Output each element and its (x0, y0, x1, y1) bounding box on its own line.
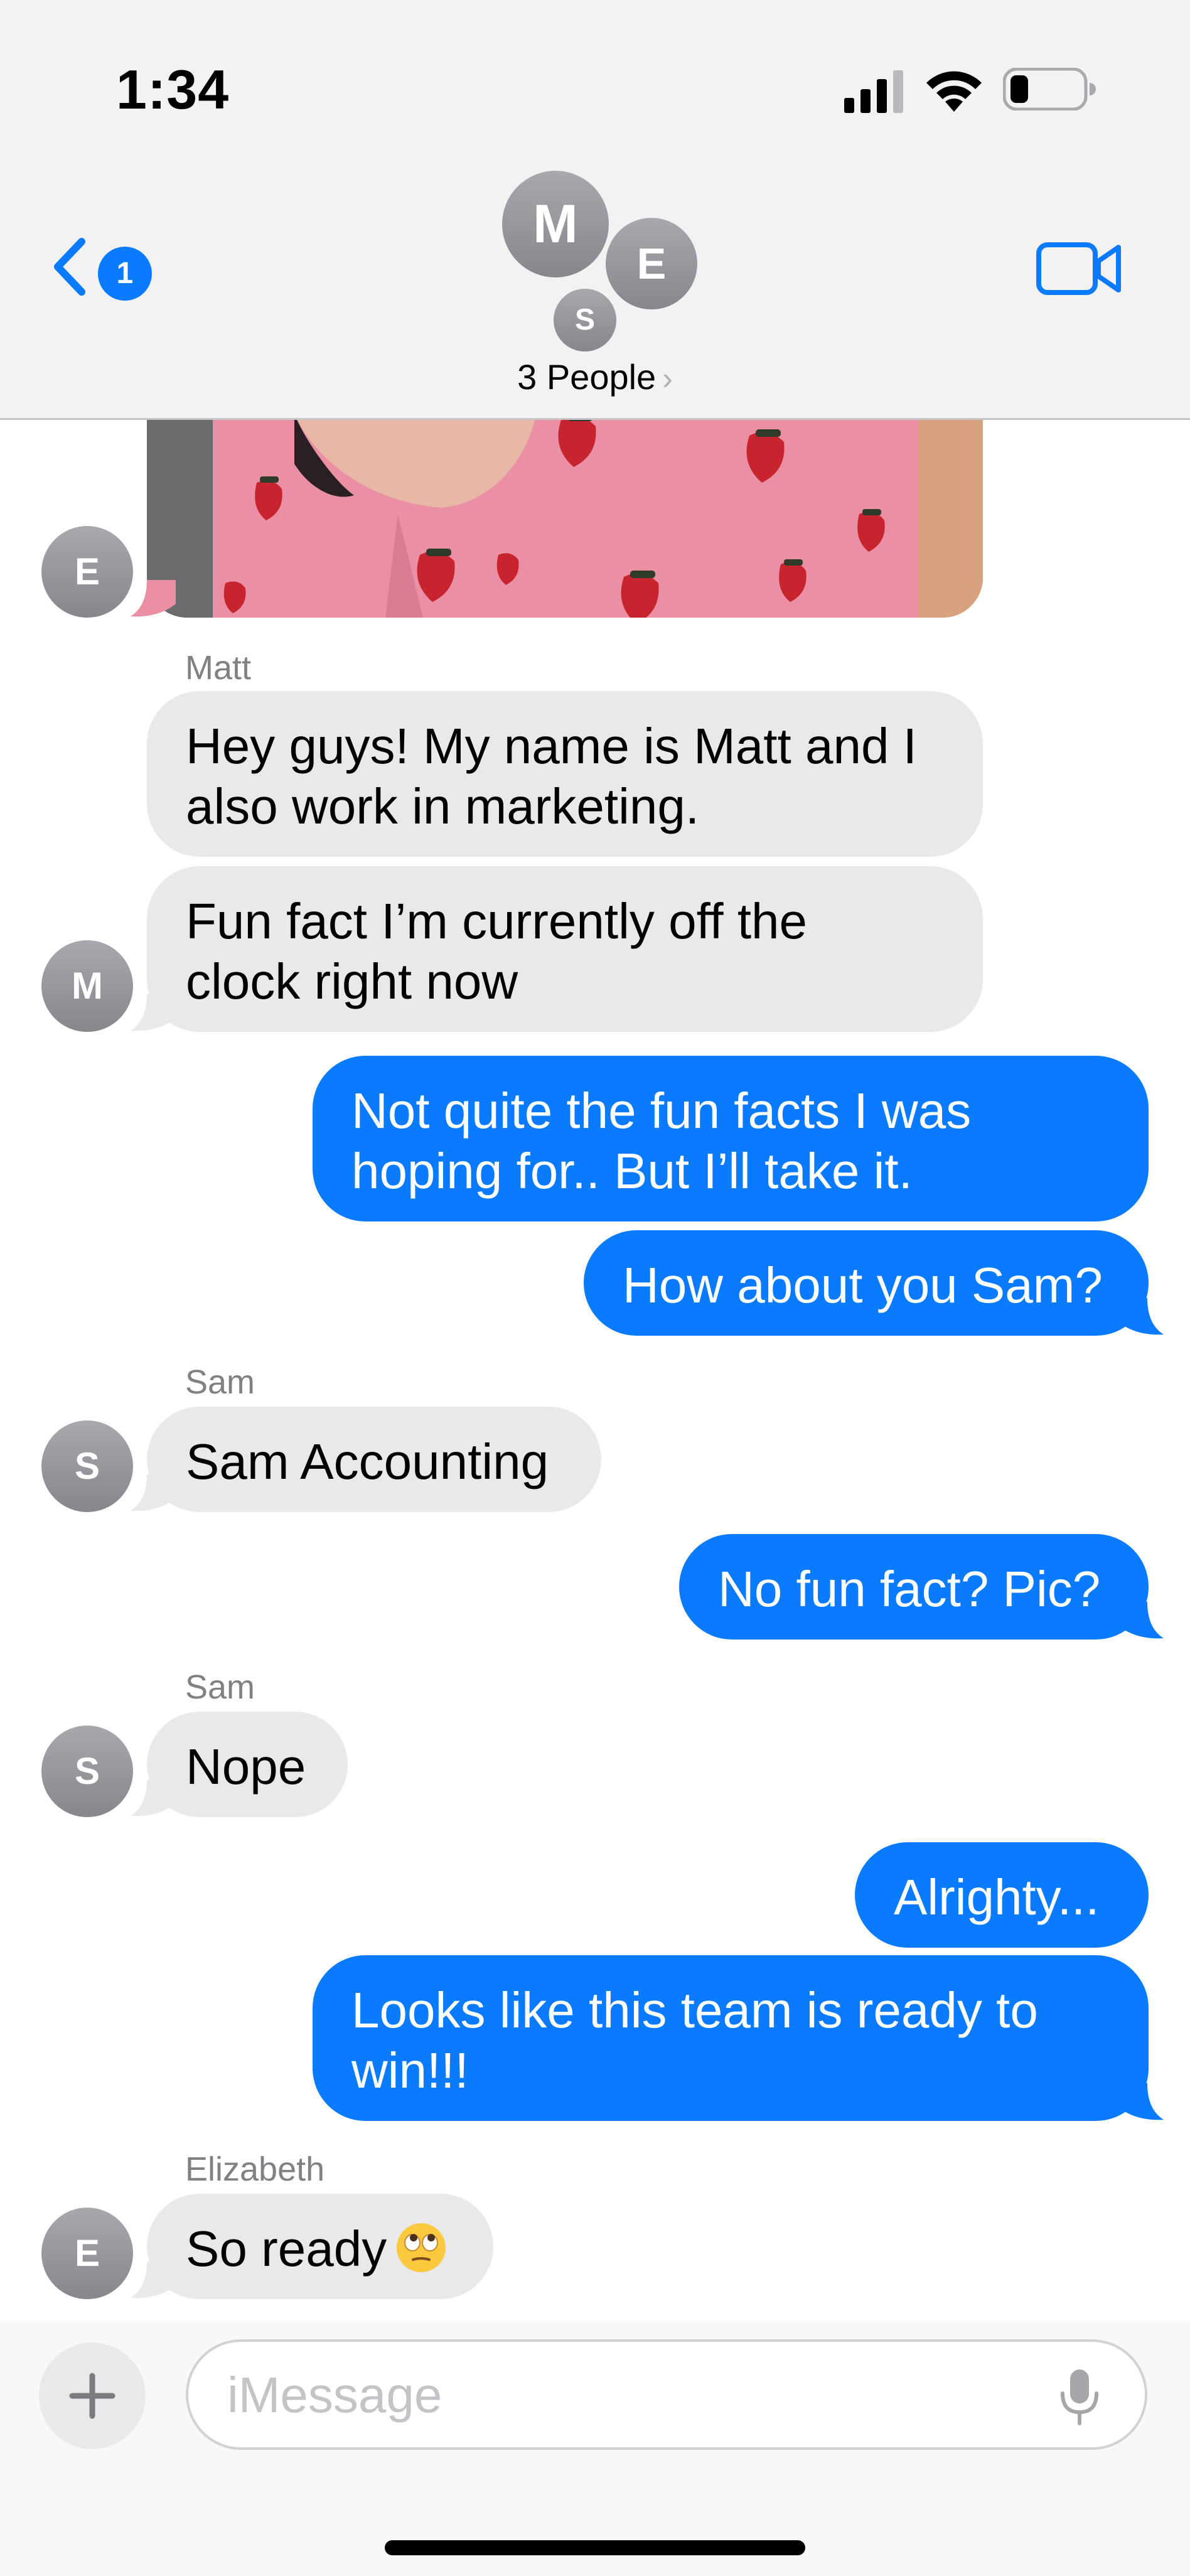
message-text-line: Looks like this team is ready to (351, 1982, 1038, 2038)
sender-name: Matt (185, 649, 252, 687)
message-text-line: Alrighty... (894, 1869, 1100, 1925)
message-text-line: No fun fact? Pic? (718, 1561, 1101, 1617)
bubble-tail (131, 2262, 176, 2299)
message-bubble[interactable]: Hey guys! My name is Matt and I also wor… (147, 691, 983, 857)
avatar: M (502, 171, 609, 277)
message-text-line: Nope (186, 1739, 306, 1795)
avatar[interactable]: S (41, 1420, 133, 1512)
status-time: 1:34 (116, 58, 230, 121)
message-bubble[interactable]: No fun fact? Pic? (679, 1534, 1149, 1640)
message-field[interactable] (186, 2339, 1147, 2450)
conversation-header: 1 M E S 3 People › (0, 157, 1190, 420)
bubble-tail (131, 580, 176, 617)
avatar: S (550, 285, 620, 355)
photo-image (147, 420, 983, 618)
eye-roll-emoji (397, 2223, 446, 2272)
message-text-line: also work in marketing. (186, 778, 700, 834)
group-avatar-stack[interactable]: M E S (496, 171, 703, 359)
cellular-signal-icon (844, 70, 903, 113)
message-bubble[interactable]: Not quite the fun facts I was hoping for… (313, 1056, 1149, 1221)
message-text-line: win!!! (351, 2042, 469, 2098)
avatar[interactable]: E (41, 2208, 133, 2299)
compose-bar (0, 2321, 1190, 2576)
message-bubble[interactable]: Looks like this team is ready to win!!! (313, 1955, 1149, 2121)
microphone-icon[interactable] (1058, 2367, 1102, 2427)
message-text-line: Not quite the fun facts I was (351, 1083, 972, 1139)
message-input[interactable] (226, 2342, 1013, 2449)
messages-screen: 1:34 1 M E S 3 People › E Matt Hey guys!… (0, 0, 1190, 2576)
bubble-tail (131, 1779, 176, 1817)
bubble-tail (131, 994, 176, 1031)
chevron-right-icon: › (662, 361, 673, 396)
message-text-line: Fun fact I’m currently off the (186, 893, 808, 949)
battery-icon (1003, 68, 1096, 110)
message-text-line: So ready (186, 2221, 387, 2277)
message-text-line: hoping for.. But I’ll take it. (351, 1143, 913, 1199)
bubble-tail (1118, 2083, 1164, 2120)
group-name-button[interactable]: 3 People › (0, 357, 1190, 397)
message-text-line: Hey guys! My name is Matt and I (186, 718, 917, 774)
back-button[interactable]: 1 (49, 229, 162, 304)
avatar: E (606, 218, 697, 309)
bubble-tail (131, 1474, 176, 1511)
avatar[interactable]: S (41, 1725, 133, 1817)
bubble-tail (1118, 1602, 1164, 1639)
chevron-left-icon (54, 238, 85, 296)
sender-name: Sam (185, 1363, 255, 1401)
message-bubble[interactable]: So ready (147, 2194, 493, 2299)
wifi-icon (926, 71, 982, 112)
message-bubble[interactable]: Sam Accounting (147, 1407, 601, 1512)
message-thread[interactable]: E Matt Hey guys! My name is Matt and I a… (0, 420, 1190, 2322)
plus-icon (69, 2373, 115, 2419)
sender-name: Elizabeth (185, 2150, 325, 2188)
avatar[interactable]: E (41, 526, 133, 618)
message-text-line: How about you Sam? (623, 1257, 1103, 1313)
video-camera-icon[interactable] (1036, 239, 1123, 299)
avatar[interactable]: M (41, 940, 133, 1032)
add-attachment-button[interactable] (39, 2343, 146, 2449)
bubble-tail (1118, 1298, 1164, 1335)
sender-name: Sam (185, 1668, 255, 1706)
message-bubble[interactable]: Alrighty... (855, 1842, 1149, 1948)
home-indicator (385, 2540, 805, 2555)
message-bubble[interactable]: Fun fact I’m currently off the clock rig… (147, 866, 983, 1032)
message-bubble[interactable]: How about you Sam? (584, 1230, 1149, 1336)
group-name: 3 People (517, 357, 657, 397)
unread-badge: 1 (98, 247, 152, 301)
photo-message[interactable] (147, 420, 983, 618)
status-bar: 1:34 (0, 0, 1190, 157)
message-text-line: Sam Accounting (186, 1434, 549, 1489)
message-text-line: clock right now (186, 953, 518, 1009)
